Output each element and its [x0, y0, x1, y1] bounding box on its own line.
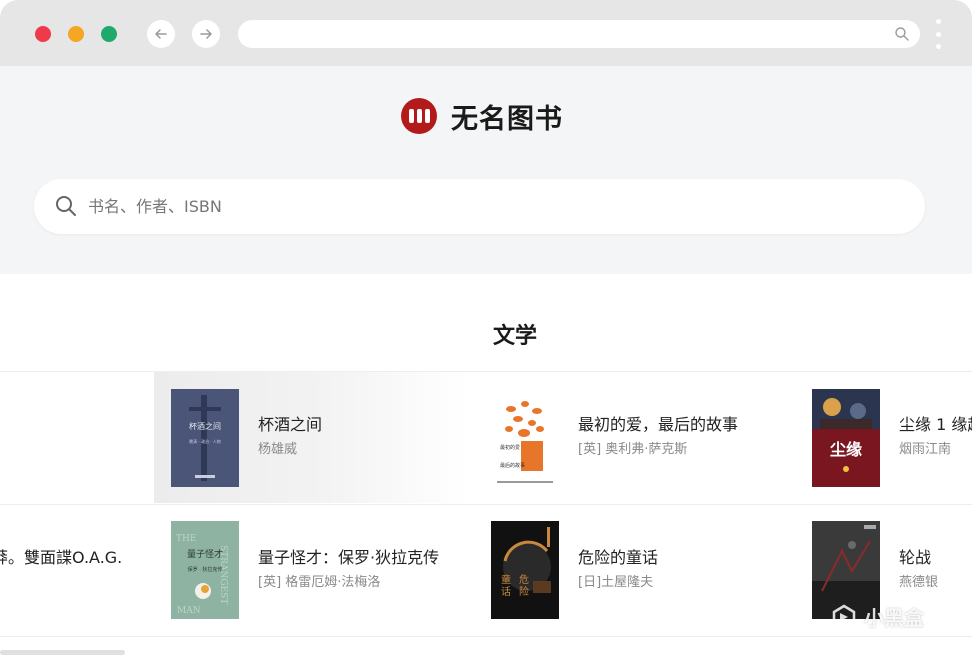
svg-text:险: 险 [519, 585, 529, 598]
window-close-button[interactable] [35, 26, 51, 42]
book-logo-icon [401, 98, 437, 134]
book-author: [日]土屋隆夫 [578, 575, 654, 590]
svg-text:MAN: MAN [177, 606, 201, 616]
svg-text:尘缘: 尘缘 [830, 440, 862, 459]
back-button[interactable] [147, 20, 175, 48]
site-name: 无名图书 [451, 103, 563, 135]
book-author: [英] 奥利弗·萨克斯 [578, 442, 688, 457]
svg-text:量子怪才: 量子怪才 [187, 548, 223, 560]
book-card[interactable]: 莽。雙面諜O.A.G. 爾 [0, 505, 150, 635]
book-title: 危险的童话 [578, 548, 659, 567]
search-bar[interactable] [34, 179, 925, 234]
watermark-text: 小黑盒 [864, 606, 924, 630]
window-minimize-button[interactable] [68, 26, 84, 42]
site-brand[interactable]: 无名图书 [401, 96, 563, 136]
book-card[interactable]: 尘缘 尘缘 1 缘起 烟雨江南 [795, 372, 972, 503]
game-controller-icon [832, 604, 856, 629]
arrow-right-icon [200, 29, 212, 39]
book-cover: 童 话 危 险 [491, 521, 559, 619]
book-title: 最初的爱，最后的故事 [578, 415, 739, 434]
watermark: 小黑盒 [830, 602, 924, 631]
svg-text:最初的爱: 最初的爱 [500, 444, 520, 451]
book-title: 轮战 [899, 548, 932, 567]
book-card[interactable]: 最初的爱 最后的故事 最初的爱，最后的故事 [英] 奥利弗·萨克斯 [474, 372, 790, 503]
window-maximize-button[interactable] [101, 26, 117, 42]
section-title: 文学 [493, 323, 538, 349]
search-icon [56, 196, 76, 216]
more-vertical-icon[interactable] [934, 19, 942, 49]
book-title: 莽。雙面諜O.A.G. [0, 548, 123, 567]
book-title: 量子怪才：保罗·狄拉克传 [258, 548, 440, 567]
search-input[interactable] [88, 179, 888, 234]
browser-toolbar [0, 0, 972, 66]
book-author: 燕德银 [899, 575, 939, 590]
svg-text:最后的故事: 最后的故事 [500, 462, 525, 469]
svg-text:THE: THE [176, 534, 196, 544]
search-icon [895, 27, 909, 41]
forward-button[interactable] [192, 20, 220, 48]
svg-text:话: 话 [501, 586, 511, 598]
book-cover: 尘缘 [812, 389, 880, 487]
svg-text:杯酒之间: 杯酒之间 [189, 421, 221, 431]
arrow-left-icon [155, 29, 167, 39]
horizontal-scrollbar[interactable] [0, 650, 125, 655]
book-title: 杯酒之间 [258, 415, 323, 434]
book-card[interactable]: 童 话 危 险 危险的童话 [日]土屋隆夫 [474, 505, 790, 635]
book-title: 尘缘 1 缘起 [899, 415, 972, 434]
book-card[interactable]: THE STRANGEST MAN 量子怪才 保罗 · 狄拉克传 量子怪才：保罗… [154, 505, 468, 635]
svg-text:保罗 · 狄拉克传: 保罗 · 狄拉克传 [188, 566, 223, 573]
svg-text:童: 童 [501, 573, 511, 586]
book-cover: THE STRANGEST MAN 量子怪才 保罗 · 狄拉克传 [171, 521, 239, 619]
book-cover: 杯酒之间 晚清 · 政治 · 人物 [171, 389, 239, 487]
svg-text:晚清 · 政治 · 人物: 晚清 · 政治 · 人物 [189, 438, 221, 444]
book-card[interactable]: 杯酒之间 晚清 · 政治 · 人物 杯酒之间 杨雄威 [154, 372, 468, 503]
book-author: 烟雨江南 [899, 442, 952, 457]
book-cover: 最初的爱 最后的故事 [491, 389, 559, 487]
address-bar[interactable] [238, 20, 920, 48]
book-author: [英] 格雷厄姆·法梅洛 [258, 575, 381, 590]
divider [0, 636, 972, 637]
book-author: 杨雄威 [258, 442, 298, 457]
svg-text:危: 危 [519, 574, 529, 586]
